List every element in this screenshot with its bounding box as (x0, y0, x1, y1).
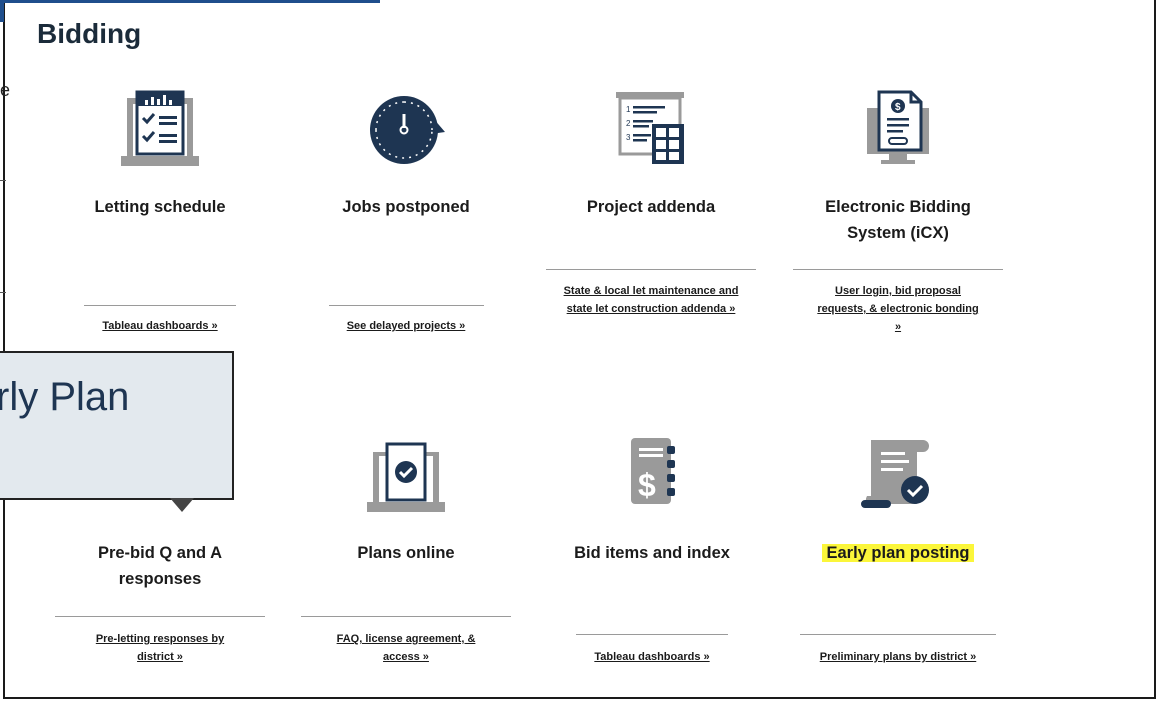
card-bid-items: $ Bid items and index Tableau dashboards… (566, 432, 738, 692)
callout-box: rly Plan (0, 351, 234, 500)
callout-pointer (170, 498, 194, 512)
plans-faq-link[interactable]: FAQ, license agreement, & access » (325, 630, 487, 666)
card-electronic-bidding-system: $ Electronic Bidding System (iCX) User l… (793, 86, 1003, 346)
card-title: Letting schedule (94, 198, 226, 216)
top-accent-corner (0, 0, 4, 22)
scroll-check-icon (861, 440, 929, 508)
bid-document-monitor-icon: $ (867, 90, 929, 164)
card-divider (329, 305, 484, 306)
card-divider (576, 634, 728, 635)
see-delayed-projects-link[interactable]: See delayed projects » (306, 317, 506, 335)
svg-text:2: 2 (626, 119, 631, 128)
clock-icon (370, 96, 445, 164)
card-jobs-postponed: Jobs postponed See delayed projects » (306, 86, 506, 346)
svg-text:3: 3 (626, 133, 631, 142)
svg-text:$: $ (895, 102, 901, 113)
addenda-list-icon: 1 2 3 (616, 92, 684, 164)
callout-text: rly Plan (0, 375, 130, 419)
clipped-divider (0, 180, 6, 181)
clipped-divider (0, 292, 6, 293)
clipped-text-fragment: e (0, 80, 11, 100)
card-title: Jobs postponed (342, 198, 470, 216)
price-notebook-icon: $ (631, 438, 675, 504)
tableau-dashboards-link[interactable]: Tableau dashboards » (566, 648, 738, 666)
addenda-link[interactable]: State & local let maintenance and state … (560, 282, 742, 318)
card-divider (546, 269, 756, 270)
page-title: Bidding (37, 18, 142, 49)
ebs-login-link[interactable]: User login, bid proposal requests, & ele… (817, 282, 979, 336)
card-title: Project addenda (586, 198, 716, 216)
card-title: Pre-bid Q and A responses (97, 544, 223, 588)
card-letting-schedule: Letting schedule Tableau dashboards » (60, 86, 260, 346)
card-plans-online: Plans online FAQ, license agreement, & a… (301, 432, 511, 692)
card-title: Electronic Bidding System (iCX) (825, 198, 971, 242)
svg-text:1: 1 (626, 105, 631, 114)
top-accent-bar (0, 0, 380, 3)
preliminary-plans-link[interactable]: Preliminary plans by district » (798, 648, 998, 666)
card-early-plan-posting: Early plan posting Preliminary plans by … (798, 432, 998, 692)
checked-laptop-icon (367, 442, 445, 512)
card-title: Early plan posting (798, 540, 998, 566)
card-divider (800, 634, 996, 635)
svg-text:$: $ (638, 467, 656, 503)
card-divider (55, 616, 265, 617)
highlighted-title: Early plan posting (822, 544, 974, 562)
card-title: Plans online (357, 544, 455, 562)
card-divider (301, 616, 511, 617)
card-title: Bid items and index (574, 544, 730, 562)
card-divider (793, 269, 1003, 270)
tableau-dashboards-link[interactable]: Tableau dashboards » (60, 317, 260, 335)
pre-letting-responses-link[interactable]: Pre-letting responses by district » (85, 630, 235, 666)
card-divider (84, 305, 236, 306)
card-project-addenda: 1 2 3 Project addenda State & local let … (546, 86, 756, 346)
letting-schedule-icon (121, 90, 199, 166)
